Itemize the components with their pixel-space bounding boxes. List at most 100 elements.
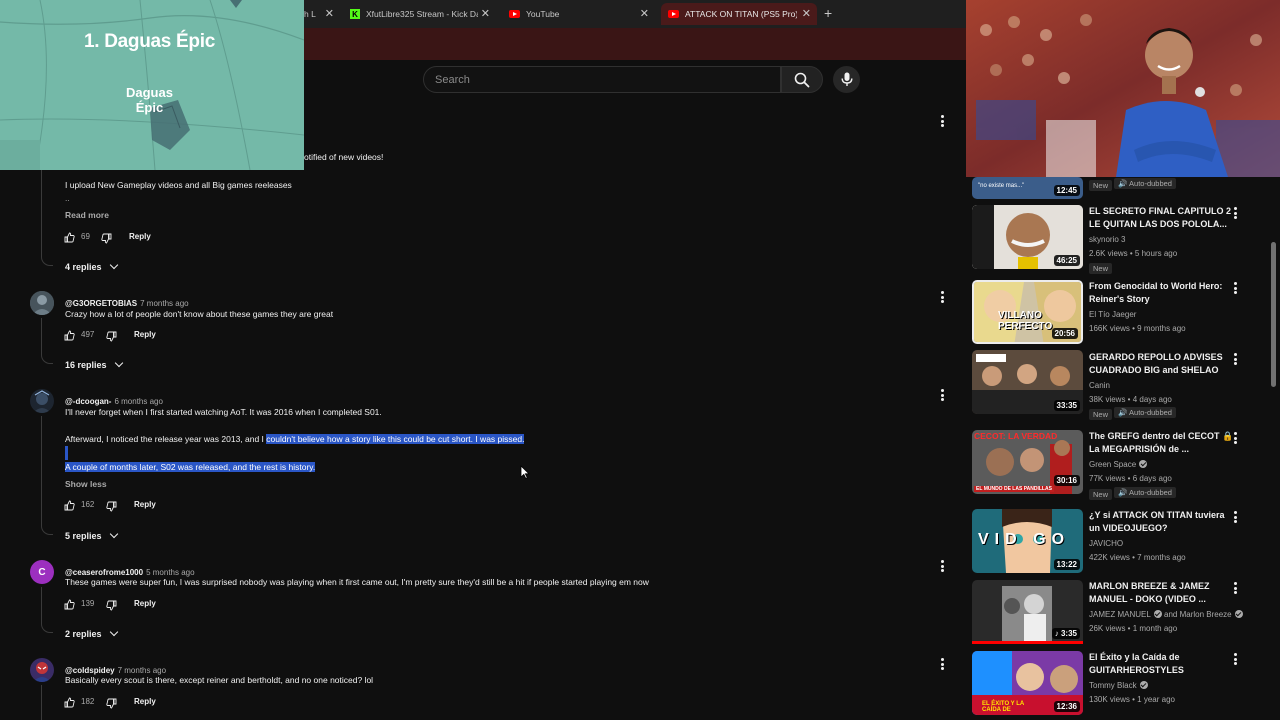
dislike-button[interactable] [106,499,117,517]
video-more-icon[interactable] [1230,352,1240,366]
video-title[interactable]: The GREFG dentro del CECOT 🔒 La MEGAPRIS… [1089,430,1234,456]
comment-time[interactable]: 7 months ago [118,666,166,675]
reply-button[interactable]: Reply [134,330,156,339]
like-count: 69 [81,232,90,241]
comment-time[interactable]: 6 months ago [114,397,162,406]
like-button[interactable] [64,328,75,346]
channel-name[interactable]: skynorio 3 [1089,235,1125,244]
replies-toggle[interactable]: 16 replies [65,358,123,370]
comment-more-icon[interactable] [937,388,947,402]
sidebar-scrollbar[interactable] [1271,242,1276,387]
dislike-button[interactable] [101,231,112,249]
selected-text: couldn't believe how a story like this c… [266,434,525,444]
comment-text-line1: I'll never forget when I first started w… [65,407,382,417]
avatar[interactable]: C [30,560,54,584]
map-place-label: Daguas Épic [126,85,173,115]
search-button[interactable] [781,66,823,93]
reply-button[interactable]: Reply [129,232,151,241]
like-button[interactable] [64,695,75,713]
video-thumbnail[interactable]: 33:35 [972,350,1083,414]
comment-time[interactable]: 7 months ago [140,299,188,308]
close-icon[interactable]: ✕ [481,7,490,20]
video-title[interactable]: EL SECRETO FINAL CAPITULO 2 LE QUITAN LA… [1089,205,1234,231]
dislike-button[interactable] [106,598,117,616]
comment-author[interactable]: @ceaserofrome1000 [65,568,143,577]
replies-toggle[interactable]: 2 replies [65,627,118,639]
video-thumbnail[interactable]: "no existe mas..." 12:45 [972,177,1083,199]
replies-toggle[interactable]: 5 replies [65,529,118,541]
comment-more-icon[interactable] [937,559,947,573]
verified-icon [1139,681,1148,689]
more-options-icon[interactable] [937,114,947,128]
new-tab-plus-icon[interactable]: + [824,5,832,21]
thumbnail-text: EL ÉXITO Y LA CAÍDA DE [982,701,1025,713]
like-count: 139 [81,599,95,608]
auto-dubbed-icon: 🔊 [1118,179,1128,188]
reply-button[interactable]: Reply [134,599,156,608]
browser-tab-youtube[interactable]: YouTube ✕ [503,3,655,25]
browser-tab-kick[interactable]: K XfutLibre325 Stream - Kick Da ✕ [344,3,496,25]
thread-curve [41,621,53,633]
video-thumbnail[interactable]: EL ÉXITO Y LA CAÍDA DE 12:36 [972,651,1083,715]
chevron-down-icon [109,260,118,270]
channel-name[interactable]: JAMEZ MANUEL and Marlon Breeze [1089,610,1243,619]
channel-name[interactable]: El Tío Jaeger [1089,310,1136,319]
close-icon[interactable]: ✕ [640,7,649,20]
video-more-icon[interactable] [1230,281,1240,295]
video-more-icon[interactable] [1230,510,1240,524]
thread-line [41,170,42,254]
verified-icon [1139,460,1148,468]
search-input[interactable] [424,67,780,92]
comment-more-icon[interactable] [937,290,947,304]
channel-name[interactable]: JAVICHO [1089,539,1123,548]
like-button[interactable] [64,230,75,248]
reply-button[interactable]: Reply [134,697,156,706]
read-more-button[interactable]: Read more [65,210,109,220]
dislike-button[interactable] [106,696,117,714]
search-icon [794,72,810,87]
video-thumbnail[interactable]: VID GO 13:22 [972,509,1083,573]
comment-time[interactable]: 5 months ago [146,568,194,577]
video-more-icon[interactable] [1230,206,1240,220]
video-title[interactable]: From Genocidal to World Hero: Reiner's S… [1089,280,1234,306]
close-icon[interactable]: ✕ [325,7,334,20]
comment-more-icon[interactable] [937,657,947,671]
like-button[interactable] [64,498,75,516]
avatar[interactable] [30,291,54,315]
video-title[interactable]: MARLON BREEZE & JAMEZ MANUEL - DOKO (VID… [1089,580,1234,606]
like-button[interactable] [64,597,75,615]
show-less-button[interactable]: Show less [65,479,107,489]
comment-author[interactable]: @coldspidey [65,666,115,675]
voice-search-button[interactable] [833,66,860,93]
search-box [423,66,781,93]
avatar[interactable] [30,389,54,413]
comment-text-line3: A couple of months later, S02 was releas… [65,462,316,472]
video-title[interactable]: El Éxito y la Caída de GUITARHEROSTYLES [1089,651,1234,677]
video-thumbnail[interactable]: CECOT: LA VERDAD EL MUNDO DE LAS PANDILL… [972,430,1083,494]
avatar[interactable] [30,658,54,682]
video-thumbnail[interactable]: 46:25 [972,205,1083,269]
browser-tab-active[interactable]: ATTACK ON TITAN (PS5 Pro) Fir ✕ [661,3,817,25]
channel-name[interactable]: Green Space [1089,460,1148,469]
channel-name[interactable]: Tommy Black [1089,681,1148,690]
thread-curve [41,254,53,266]
video-more-icon[interactable] [1230,431,1240,445]
close-icon[interactable]: ✕ [802,7,811,20]
browser-tab-1[interactable]: h L ✕ [304,3,340,25]
video-thumbnail[interactable]: ♪ 3:35 [972,580,1083,644]
replies-toggle[interactable]: 4 replies [65,260,118,272]
video-thumbnail[interactable]: VILLANO PERFECTO 20:56 [972,280,1083,344]
comment-author[interactable]: @G3ORGETOBIAS [65,299,137,308]
video-meta: 422K views • 7 months ago [1089,553,1186,562]
dislike-button[interactable] [106,329,117,347]
webcam-overlay [966,0,1280,177]
channel-name[interactable]: Canin [1089,381,1110,390]
video-more-icon[interactable] [1230,652,1240,666]
avatar-image [30,658,54,682]
comment-author[interactable]: @-dcoogan- [65,397,111,406]
reply-button[interactable]: Reply [134,500,156,509]
video-meta: 26K views • 1 month ago [1089,624,1178,633]
video-title[interactable]: ¿Y si ATTACK ON TITAN tuviera un VIDEOJU… [1089,509,1234,535]
video-more-icon[interactable] [1230,581,1240,595]
video-title[interactable]: GERARDO REPOLLO ADVISES CUADRADO BIG and… [1089,351,1234,377]
